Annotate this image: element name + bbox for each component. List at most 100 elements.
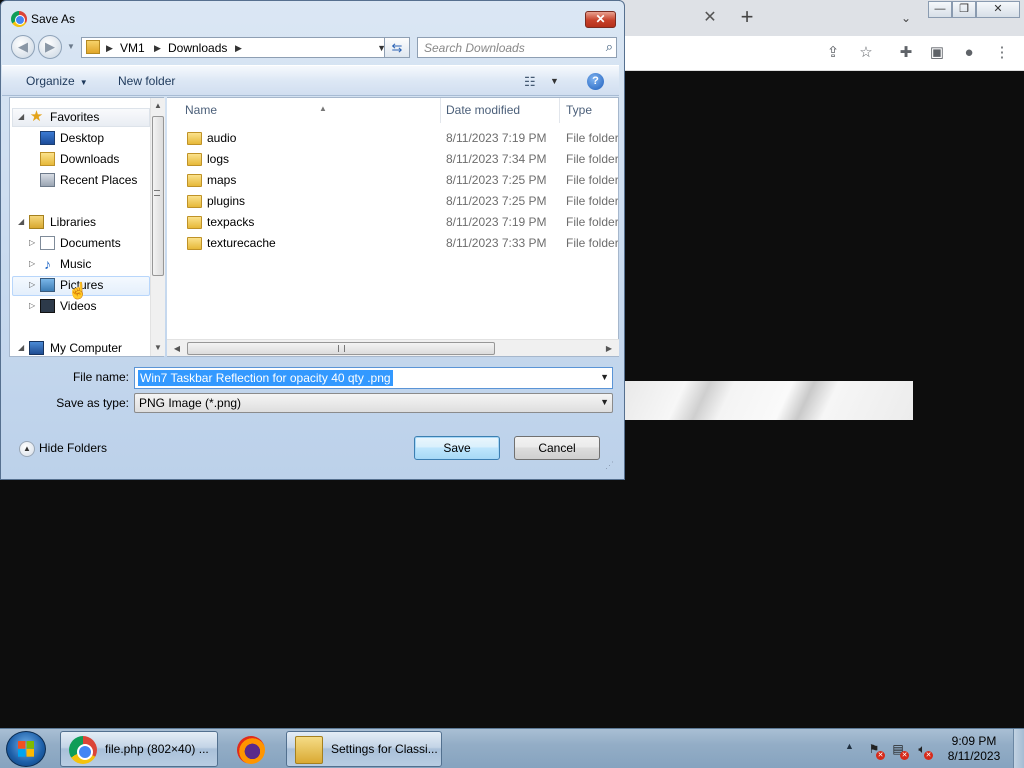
file-row[interactable]: texturecache 8/11/2023 7:33 PM File fold… (167, 233, 618, 254)
start-button[interactable] (6, 731, 46, 767)
scroll-up-icon[interactable]: ▲ (151, 98, 165, 114)
chevron-down-icon[interactable]: ▼ (600, 372, 609, 382)
menu-icon[interactable]: ⋮ (991, 42, 1013, 64)
show-desktop-button[interactable] (1013, 729, 1024, 768)
back-button[interactable]: ◀ (11, 35, 35, 59)
tree-label: Downloads (60, 152, 120, 166)
collapsed-arrow-icon[interactable]: ▷ (29, 254, 39, 274)
view-options-icon[interactable]: ☷ (524, 74, 536, 90)
forward-button[interactable]: ▶ (38, 35, 62, 59)
search-icon[interactable]: ⌕ (606, 39, 613, 55)
recent-places-icon (40, 173, 55, 187)
recent-pages-dropdown[interactable]: ▼ (67, 41, 77, 53)
column-header-date[interactable]: Date modified (440, 98, 560, 123)
search-input[interactable]: Search Downloads ⌕ (417, 37, 617, 58)
column-header-type[interactable]: Type (560, 98, 618, 123)
file-row[interactable]: maps 8/11/2023 7:25 PM File folder (167, 170, 618, 191)
file-row[interactable]: logs 8/11/2023 7:34 PM File folder (167, 149, 618, 170)
minimize-button[interactable]: — (928, 1, 952, 18)
tree-item-libraries[interactable]: ◢ Libraries (10, 212, 155, 232)
hide-folders-button[interactable]: ▲ Hide Folders (19, 441, 107, 461)
expand-arrow-icon[interactable]: ◢ (18, 338, 28, 356)
bookmark-star-icon[interactable]: ☆ (855, 42, 877, 64)
hand-cursor-icon: ☝ (68, 283, 88, 300)
dialog-title: Save As (31, 12, 76, 26)
videos-icon (40, 299, 55, 313)
help-icon[interactable]: ? (587, 73, 604, 90)
address-bar[interactable]: ▶ VM1 ▶ Downloads ▶ ▼ (81, 37, 389, 58)
tree-label: Desktop (60, 131, 105, 145)
tree-item-my-computer[interactable]: ◢ My Computer (10, 338, 155, 356)
refresh-button[interactable]: ⇆ (384, 37, 410, 58)
folder-icon (187, 237, 202, 250)
tree-item-documents[interactable]: ▷ Documents (10, 233, 155, 253)
dialog-title-bar[interactable]: Save As ✕ (1, 1, 624, 35)
scroll-right-icon[interactable]: ▶ (601, 340, 617, 357)
profile-icon[interactable]: ● (958, 42, 980, 64)
chevron-down-icon[interactable]: ▼ (600, 397, 609, 407)
system-clock[interactable]: 9:09 PM 8/11/2023 (938, 734, 1010, 764)
file-row[interactable]: plugins 8/11/2023 7:25 PM File folder (167, 191, 618, 212)
tree-item-downloads[interactable]: Downloads (10, 149, 155, 169)
collapsed-arrow-icon[interactable]: ▷ (29, 296, 39, 316)
new-tab-button[interactable]: + (736, 6, 758, 28)
cancel-button[interactable]: Cancel (514, 436, 600, 460)
tree-item-music[interactable]: ▷ ♪ Music (10, 254, 155, 274)
file-row[interactable]: audio 8/11/2023 7:19 PM File folder (167, 128, 618, 149)
dialog-close-button[interactable]: ✕ (585, 11, 616, 28)
scrollbar-thumb[interactable] (187, 342, 495, 355)
tree-item-desktop[interactable]: Desktop (10, 128, 155, 148)
navigation-bar: ◀ ▶ ▼ ▶ VM1 ▶ Downloads ▶ ▼ ⇆ Search Dow… (9, 35, 619, 61)
breadcrumb-separator-icon[interactable]: ▶ (106, 40, 113, 56)
save-type-select[interactable]: PNG Image (*.png) ▼ (134, 393, 613, 413)
taskbar-item-firefox[interactable] (226, 731, 278, 767)
file-list-scrollbar[interactable]: ◀ ▶ (167, 339, 619, 356)
browser-close-button[interactable]: ✕ (976, 1, 1020, 18)
scroll-left-icon[interactable]: ◀ (169, 340, 185, 357)
breadcrumb-separator-icon[interactable]: ▶ (154, 40, 161, 56)
extensions-icon[interactable]: ✚ (895, 42, 917, 64)
volume-muted-icon[interactable]: 🔈︎ ✕ (913, 740, 933, 760)
tab-close-icon[interactable]: ✕ (700, 8, 720, 28)
side-panel-icon[interactable]: ▣ (926, 42, 948, 64)
organize-button[interactable]: Organize ▼ (26, 74, 88, 88)
expand-arrow-icon[interactable]: ◢ (18, 212, 28, 232)
navigation-pane: ◢ ★ Favorites Desktop Downloads Recent P… (9, 97, 164, 357)
hide-folders-label: Hide Folders (39, 441, 108, 456)
tree-item-recent-places[interactable]: Recent Places (10, 170, 155, 190)
column-header-name[interactable]: Name ▲ (179, 98, 441, 123)
chevron-down-icon[interactable]: ▼ (550, 76, 559, 86)
network-icon[interactable]: ▤ ✕ (889, 740, 909, 760)
restore-button[interactable]: ❐ (952, 1, 976, 18)
tree-item-favorites[interactable]: ◢ ★ Favorites (10, 107, 155, 127)
taskbar-item-label: file.php (802×40) ... (105, 742, 209, 756)
show-hidden-icons-icon[interactable]: ▲ (845, 741, 854, 751)
nav-pane-scrollbar[interactable]: ▲ ▼ (150, 98, 165, 356)
action-center-icon[interactable]: ⚑ ✕ (865, 740, 885, 760)
taskbar-item-settings[interactable]: Settings for Classi... (286, 731, 442, 767)
folder-icon (187, 132, 202, 145)
resize-grip-icon[interactable]: ⋰ (605, 461, 617, 474)
save-button[interactable]: Save (414, 436, 500, 460)
share-icon[interactable]: ⇪ (822, 42, 844, 64)
file-name-input[interactable]: Win7 Taskbar Reflection for opacity 40 q… (134, 367, 613, 389)
file-row[interactable]: texpacks 8/11/2023 7:19 PM File folder (167, 212, 618, 233)
scroll-down-icon[interactable]: ▼ (151, 340, 165, 356)
breadcrumb-separator-icon[interactable]: ▶ (235, 40, 242, 56)
tab-search-icon[interactable]: ⌄ (896, 8, 916, 28)
scrollbar-thumb[interactable] (152, 116, 164, 276)
breadcrumb-downloads[interactable]: Downloads (168, 40, 227, 56)
save-type-label: Save as type: (56, 396, 129, 410)
file-name: maps (207, 173, 237, 187)
expand-arrow-icon[interactable]: ◢ (18, 107, 28, 127)
displayed-image (625, 381, 913, 420)
chrome-icon (11, 11, 27, 27)
breadcrumb-vm1[interactable]: VM1 (120, 40, 145, 56)
collapsed-arrow-icon[interactable]: ▷ (29, 233, 39, 253)
chrome-icon (69, 736, 97, 764)
collapsed-arrow-icon[interactable]: ▷ (29, 275, 39, 295)
tree-label: Documents (60, 236, 121, 250)
taskbar-item-chrome[interactable]: file.php (802×40) ... (60, 731, 218, 767)
new-folder-button[interactable]: New folder (118, 74, 175, 88)
error-badge-icon: ✕ (900, 751, 909, 760)
